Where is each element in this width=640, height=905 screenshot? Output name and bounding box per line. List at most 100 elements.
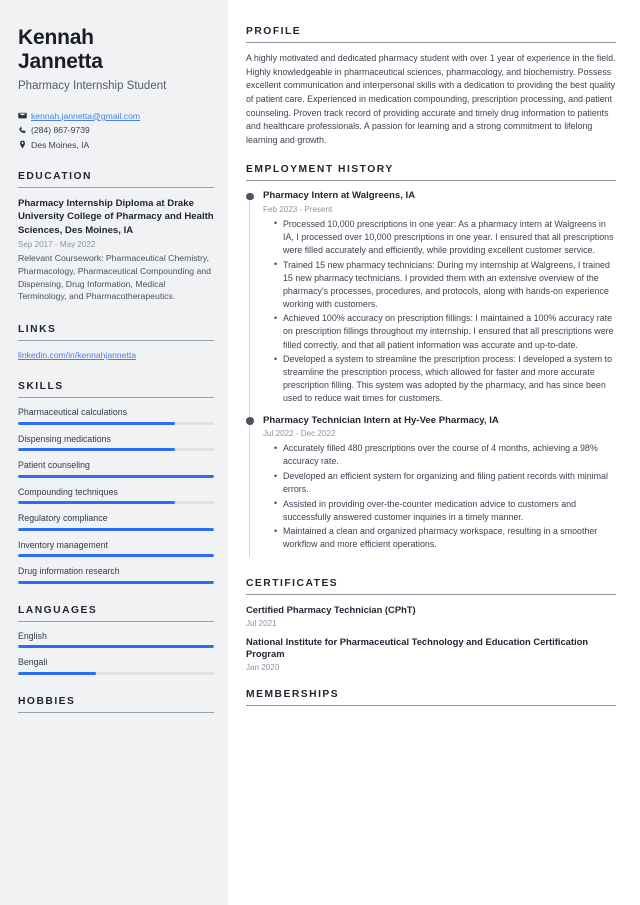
language-label: English bbox=[18, 630, 47, 641]
skill-level-fill bbox=[18, 554, 214, 558]
contact-phone-row: (284) 867-9739 bbox=[18, 125, 214, 135]
hobbies-heading: HOBBIES bbox=[18, 695, 76, 707]
certificates-heading: CERTIFICATES bbox=[246, 578, 339, 590]
contact-list: kennah.jannetta@gmail.com (284) 867-9739… bbox=[18, 111, 214, 150]
employment-bullet: Assisted in providing over-the-counter m… bbox=[274, 497, 616, 524]
timeline-dot-icon bbox=[246, 417, 254, 425]
language-label: Bengali bbox=[18, 657, 48, 668]
language-level-fill bbox=[18, 671, 97, 675]
employment-bullet: Developed an efficient system for organi… bbox=[274, 470, 616, 496]
candidate-name: Kennah Jannetta bbox=[18, 26, 214, 75]
contact-location-text: Des Moines, IA bbox=[31, 139, 90, 150]
education-entry-date: Sep 2017 - May 2022 bbox=[18, 239, 96, 249]
links-heading: LINKS bbox=[18, 324, 57, 336]
employment-entry-title: Pharmacy Intern at Walgreens, IA bbox=[263, 190, 416, 202]
employment-bullet: Developed a system to streamline the pre… bbox=[274, 353, 616, 405]
certificate-title: Certified Pharmacy Technician (CPhT) bbox=[246, 604, 416, 616]
certificate-entry: Certified Pharmacy Technician (CPhT) Jul … bbox=[246, 604, 616, 628]
hobbies-rule bbox=[18, 711, 214, 713]
employment-section: EMPLOYMENT HISTORY Pharmacy Intern at Wa… bbox=[246, 164, 616, 561]
skill-label: Pharmaceutical calculations bbox=[18, 407, 128, 418]
language-level-fill bbox=[18, 645, 214, 649]
contact-phone-text: (284) 867-9739 bbox=[31, 125, 90, 136]
envelope-icon bbox=[18, 111, 31, 120]
education-entry-description: Relevant Coursework: Pharmaceutical Chem… bbox=[18, 252, 212, 302]
candidate-name-last: Jannetta bbox=[18, 50, 103, 74]
skill-label: Inventory management bbox=[18, 539, 108, 550]
language-item: Bengali bbox=[18, 657, 214, 675]
resume-document: Kennah Jannetta Pharmacy Internship Stud… bbox=[0, 0, 640, 905]
candidate-job-title: Pharmacy Internship Student bbox=[18, 79, 167, 92]
certificates-rule bbox=[246, 594, 616, 596]
skill-label: Dispensing medications bbox=[18, 433, 111, 444]
skill-level-fill bbox=[18, 501, 175, 505]
skill-item: Regulatory compliance bbox=[18, 513, 214, 531]
employment-bullet: Processed 10,000 prescriptions in one ye… bbox=[274, 217, 616, 257]
contact-email-row[interactable]: kennah.jannetta@gmail.com bbox=[18, 111, 214, 121]
memberships-rule bbox=[246, 705, 616, 707]
links-rule bbox=[18, 340, 214, 342]
memberships-heading: MEMBERSHIPS bbox=[246, 689, 340, 701]
languages-list: English Bengali bbox=[18, 631, 214, 675]
employment-bullet: Trained 15 new pharmacy technicians: Dur… bbox=[274, 258, 616, 311]
skill-level-track bbox=[18, 474, 214, 478]
skill-level-track bbox=[18, 580, 214, 584]
employment-bullet: Achieved 100% accuracy on prescription f… bbox=[274, 312, 616, 351]
profile-heading: PROFILE bbox=[246, 26, 302, 37]
education-section: EDUCATION Pharmacy Internship Diploma at… bbox=[18, 171, 214, 303]
employment-rule bbox=[246, 180, 616, 182]
skill-level-fill bbox=[18, 421, 175, 425]
employment-entry-date: Feb 2023 - Present bbox=[263, 204, 333, 214]
skill-level-fill bbox=[18, 527, 214, 531]
employment-entry-date: Jul 2022 - Dec 2022 bbox=[263, 429, 336, 439]
certificate-date: Jul 2021 bbox=[246, 618, 277, 628]
skill-level-fill bbox=[18, 448, 175, 452]
language-level-track bbox=[18, 645, 214, 649]
contact-email-link[interactable]: kennah.jannetta@gmail.com bbox=[31, 111, 140, 121]
education-rule bbox=[18, 186, 214, 188]
skill-level-track bbox=[18, 554, 214, 558]
employment-entry-bullets: Accurately filled 480 prescriptions over… bbox=[263, 442, 616, 551]
link-item-linkedin[interactable]: linkedin.com/in/kennahjannetta bbox=[18, 350, 214, 360]
employment-bullet: Accurately filled 480 prescriptions over… bbox=[274, 442, 616, 468]
education-entry: Pharmacy Internship Diploma at Drake Uni… bbox=[18, 197, 214, 303]
skill-item: Drug information research bbox=[18, 566, 214, 584]
main-column: PROFILE A highly motivated and dedicated… bbox=[228, 0, 640, 905]
links-section: LINKS linkedin.com/in/kennahjannetta bbox=[18, 324, 214, 360]
profile-text: A highly motivated and dedicated pharmac… bbox=[246, 53, 616, 145]
skill-label: Compounding techniques bbox=[18, 486, 118, 497]
timeline-dot-icon bbox=[246, 192, 254, 201]
profile-section: PROFILE A highly motivated and dedicated… bbox=[246, 26, 616, 147]
education-heading: EDUCATION bbox=[18, 170, 92, 182]
languages-rule bbox=[18, 620, 214, 622]
employment-entry-bullets: Processed 10,000 prescriptions in one ye… bbox=[263, 217, 616, 406]
employment-entry: Pharmacy Technician Intern at Hy-Vee Pha… bbox=[246, 415, 616, 561]
employment-timeline: Pharmacy Intern at Walgreens, IA Feb 2023… bbox=[246, 190, 616, 561]
certificates-list: Certified Pharmacy Technician (CPhT) Jul … bbox=[246, 604, 616, 672]
location-pin-icon bbox=[18, 140, 31, 149]
education-entry-title: Pharmacy Internship Diploma at Drake Uni… bbox=[18, 197, 214, 236]
skill-label: Patient counseling bbox=[18, 460, 90, 471]
certificates-section: CERTIFICATES Certified Pharmacy Technici… bbox=[246, 578, 616, 672]
skill-item: Compounding techniques bbox=[18, 487, 214, 505]
memberships-section: MEMBERSHIPS bbox=[246, 689, 616, 707]
profile-rule bbox=[246, 42, 616, 43]
skill-item: Inventory management bbox=[18, 540, 214, 558]
candidate-header: Kennah Jannetta Pharmacy Internship Stud… bbox=[18, 26, 214, 94]
skills-list: Pharmaceutical calculations Dispensing me… bbox=[18, 407, 214, 584]
employment-entry: Pharmacy Intern at Walgreens, IA Feb 2023… bbox=[246, 190, 616, 417]
sidebar: Kennah Jannetta Pharmacy Internship Stud… bbox=[0, 0, 228, 905]
employment-entry-title: Pharmacy Technician Intern at Hy-Vee Pha… bbox=[263, 414, 499, 426]
certificate-entry: National Institute for Pharmaceutical Te… bbox=[246, 636, 616, 672]
skill-level-track bbox=[18, 421, 214, 425]
skill-item: Dispensing medications bbox=[18, 434, 214, 452]
skill-label: Drug information research bbox=[18, 566, 120, 577]
candidate-name-first: Kennah bbox=[18, 26, 94, 49]
language-item: English bbox=[18, 631, 214, 649]
skills-heading: SKILLS bbox=[18, 381, 64, 393]
employment-bullet: Maintained a clean and organized pharmac… bbox=[274, 525, 616, 551]
skills-rule bbox=[18, 397, 214, 399]
skill-level-track bbox=[18, 448, 214, 452]
phone-icon bbox=[18, 126, 31, 135]
employment-heading: EMPLOYMENT HISTORY bbox=[246, 164, 394, 176]
